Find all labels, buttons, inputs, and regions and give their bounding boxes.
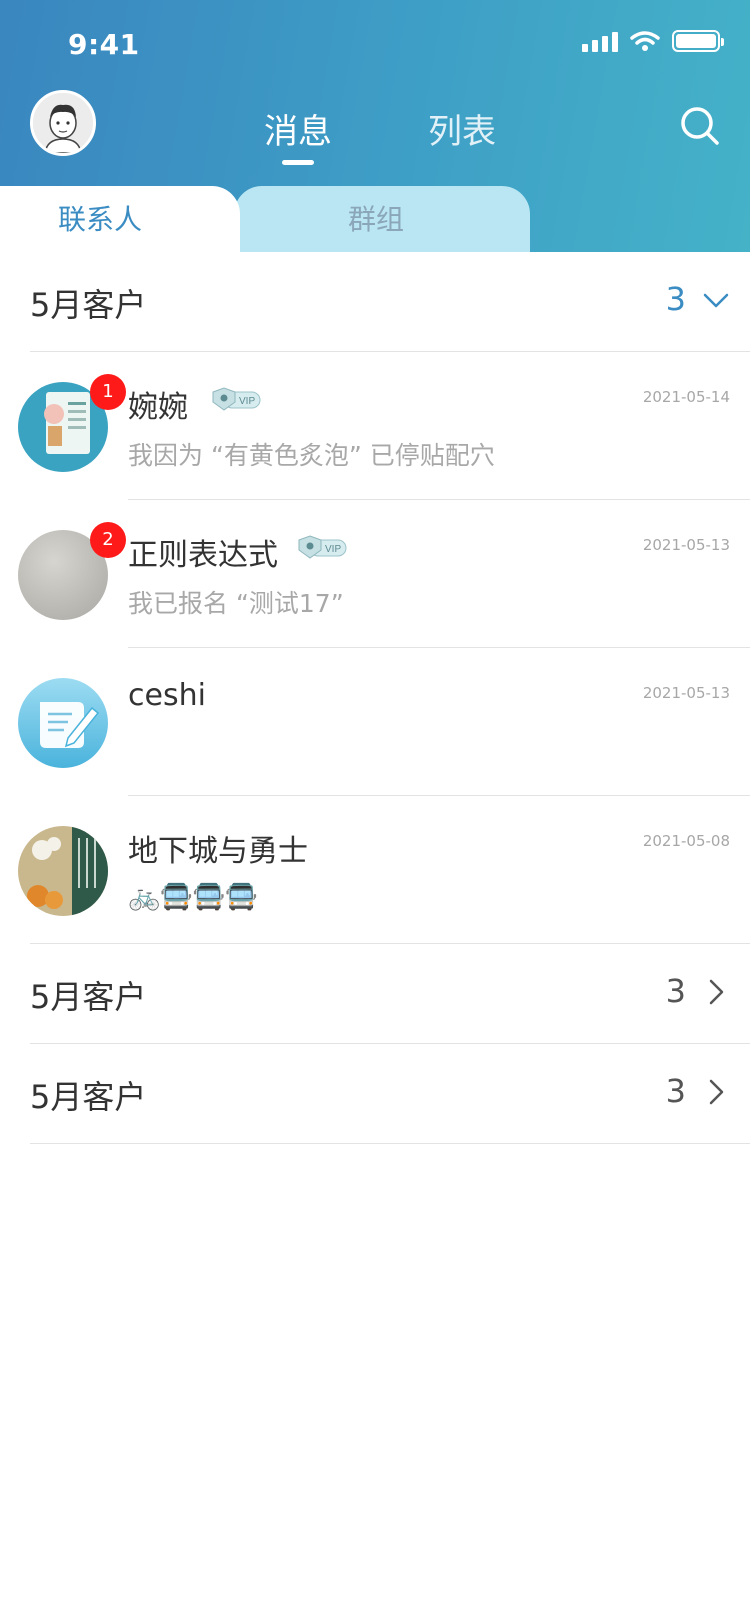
group-title: 5月客户 — [30, 978, 147, 1016]
list-item[interactable]: 2 正则表达式 VIP 2021-05-13 我已报名 “测试17” — [0, 500, 750, 648]
contact-avatar — [18, 826, 108, 916]
user-avatar[interactable] — [30, 90, 96, 156]
unread-badge: 1 — [90, 374, 126, 410]
active-tab-indicator — [282, 160, 314, 165]
sub-tabs: 联系人 群组 — [0, 186, 750, 252]
group-count: 3 — [665, 280, 686, 318]
vip-label: VIP — [325, 544, 341, 555]
chevron-right-icon — [709, 1079, 724, 1105]
chevron-down-icon — [703, 293, 729, 308]
top-tabs: 消息 列表 — [264, 104, 496, 165]
tab-messages[interactable]: 消息 — [264, 104, 332, 165]
battery-icon — [672, 30, 724, 52]
list-item[interactable]: 地下城与勇士 2021-05-08 🚲🚍🚍🚍 — [0, 796, 750, 944]
tab-list-label: 列表 — [428, 112, 496, 152]
contact-name: ceshi — [128, 678, 206, 713]
scroll-pen-icon — [18, 678, 108, 768]
vip-badge-icon: VIP — [212, 387, 261, 411]
status-icons — [582, 30, 724, 52]
chevron-right-icon — [709, 979, 724, 1005]
group-title: 5月客户 — [30, 1078, 147, 1116]
list-item[interactable]: ceshi 2021-05-13 — [0, 648, 750, 796]
group-count: 3 — [665, 1072, 686, 1110]
group-header[interactable]: 5月客户 3 — [30, 944, 750, 1044]
contact-date: 2021-05-14 — [642, 388, 730, 406]
tab-messages-label: 消息 — [264, 112, 332, 152]
tab-groups[interactable]: 群组 — [348, 198, 404, 238]
contact-preview: 我因为 “有黄色炙泡” 已停贴配穴 — [128, 441, 495, 470]
contact-name: 婉婉 — [128, 390, 188, 425]
app-header: 9:41 消息 列表 联系人 群组 — [0, 0, 750, 252]
contact-date: 2021-05-13 — [642, 536, 730, 554]
contact-avatar — [18, 678, 108, 768]
contact-preview: 🚲🚍🚍🚍 — [128, 882, 258, 912]
contact-date: 2021-05-13 — [642, 684, 730, 702]
vip-label: VIP — [239, 396, 255, 407]
tab-contacts[interactable]: 联系人 — [58, 198, 142, 238]
contact-preview: 我已报名 “测试17” — [128, 589, 344, 618]
profile-face-icon — [33, 93, 93, 153]
cellular-signal-icon — [582, 30, 618, 52]
search-icon[interactable] — [680, 106, 720, 146]
group-header[interactable]: 5月客户 3 — [30, 252, 750, 352]
vip-badge-icon: VIP — [298, 535, 347, 559]
contact-date: 2021-05-08 — [642, 832, 730, 850]
list-item[interactable]: 1 婉婉 VIP 2021-05-14 我因为 “有黄色炙泡” 已停贴配穴 — [0, 352, 750, 500]
group-header[interactable]: 5月客户 3 — [30, 1044, 750, 1144]
tab-list[interactable]: 列表 — [428, 104, 496, 153]
contact-name: 地下城与勇士 — [128, 834, 308, 869]
contact-name: 正则表达式 — [128, 538, 278, 573]
group-count: 3 — [665, 972, 686, 1010]
wifi-icon — [630, 31, 660, 51]
contact-list: 5月客户 3 1 婉婉 VIP 2021-05-14 我因为 “有黄色炙泡” 已… — [0, 252, 750, 1144]
group-title: 5月客户 — [30, 286, 147, 324]
unread-badge: 2 — [90, 522, 126, 558]
status-time: 9:41 — [68, 28, 140, 61]
